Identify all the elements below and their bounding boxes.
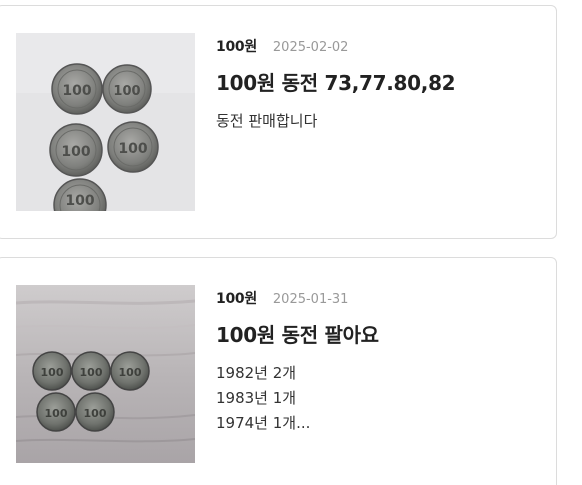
post-date: 2025-02-02 [272, 40, 349, 55]
svg-text:100: 100 [84, 407, 107, 420]
coin-icon: 100 [49, 123, 103, 177]
listing-thumbnail[interactable]: 100 100 100 100 100 [16, 285, 195, 463]
category-label: 100원 [216, 291, 257, 307]
svg-text:100: 100 [65, 193, 94, 209]
svg-text:100: 100 [61, 144, 90, 160]
listing-meta: 100원 2025-01-31 [216, 288, 348, 308]
description-line: 1983년 1개 [216, 389, 297, 407]
description-line: 1982년 2개 [216, 364, 297, 382]
coin-icon: 100 [110, 351, 150, 391]
coin-icon: 100 [32, 351, 72, 391]
svg-text:100: 100 [80, 366, 103, 379]
svg-text:100: 100 [41, 366, 64, 379]
listing-meta: 100원 2025-02-02 [216, 36, 348, 56]
listing-title[interactable]: 100원 동전 팔아요 [216, 319, 379, 348]
post-date: 2025-01-31 [272, 292, 349, 307]
listing-card[interactable]: 100 100 100 100 100 100원 2025-02-02 100원… [0, 5, 557, 239]
coin-icon: 100 [36, 392, 76, 432]
listing-title[interactable]: 100원 동전 73,77.80,82 [216, 67, 456, 96]
svg-text:100: 100 [45, 407, 68, 420]
category-label: 100원 [216, 39, 257, 55]
svg-text:100: 100 [119, 366, 142, 379]
coin-icon: 100 [71, 351, 111, 391]
description-line: 동전 판매합니다 [216, 112, 318, 130]
coin-icon: 100 [75, 392, 115, 432]
listing-card[interactable]: 100 100 100 100 100 100원 2025-01-31 100원… [0, 257, 557, 485]
coin-icon: 100 [51, 63, 103, 115]
listing-description: 1982년 2개 1983년 1개 1974년 1개... [216, 361, 310, 436]
coins-photo: 100 100 100 100 100 [16, 285, 195, 463]
listing-description: 동전 판매합니다 [216, 109, 317, 134]
coin-icon: 100 [107, 121, 159, 173]
listing-list: 100 100 100 100 100 100원 2025-02-02 100원… [0, 0, 582, 485]
listing-thumbnail[interactable]: 100 100 100 100 100 [16, 33, 195, 211]
coins-photo: 100 100 100 100 100 [16, 33, 195, 211]
svg-text:100: 100 [113, 84, 140, 99]
coin-icon: 100 [102, 64, 152, 114]
description-line: 1974년 1개... [216, 414, 311, 432]
svg-text:100: 100 [118, 141, 147, 157]
svg-text:100: 100 [62, 83, 91, 99]
